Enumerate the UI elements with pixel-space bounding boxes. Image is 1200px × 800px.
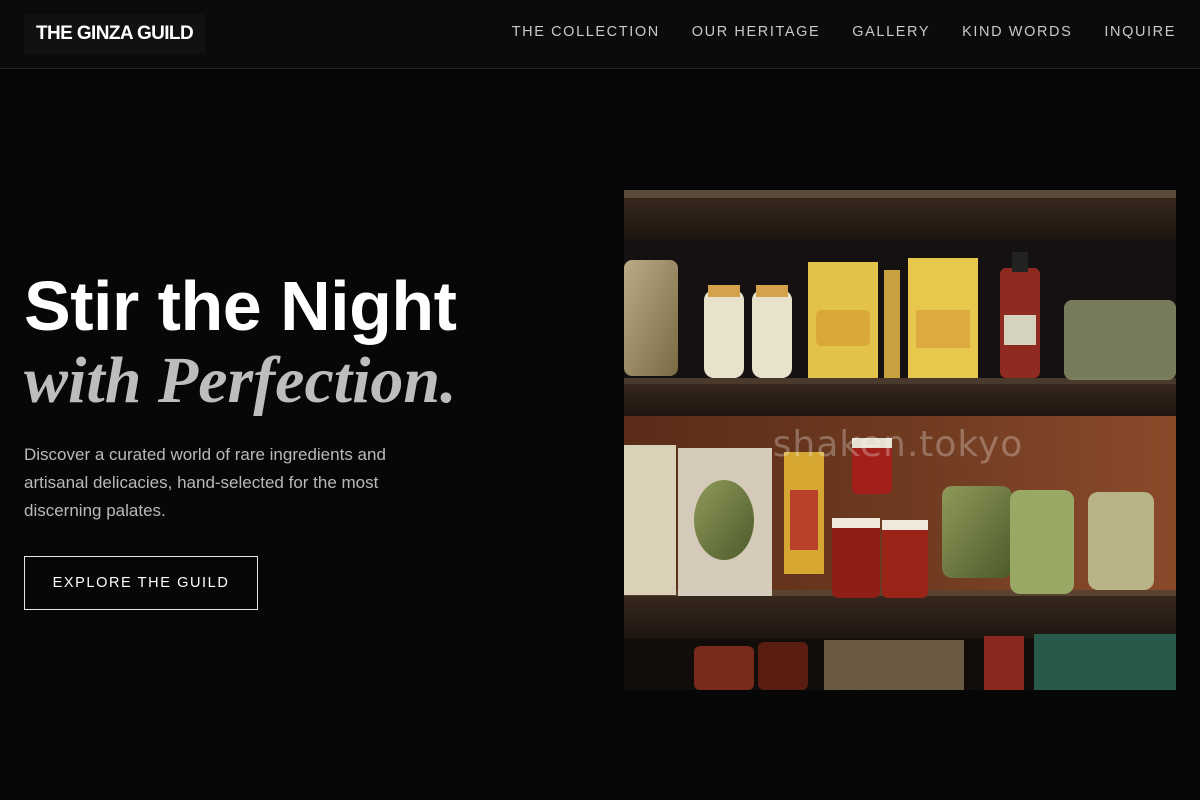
brand-logo[interactable]: THE GINZA GUILD xyxy=(24,14,206,54)
hero-image: shaken.tokyo xyxy=(624,190,1176,690)
explore-guild-button[interactable]: EXPLORE THE GUILD xyxy=(24,556,258,610)
nav-item-the-collection[interactable]: THE COLLECTION xyxy=(512,24,660,40)
nav-item-our-heritage[interactable]: OUR HERITAGE xyxy=(692,24,821,40)
hero-title-line2: with Perfection. xyxy=(24,344,457,417)
hero-title: Stir the Night with Perfection. xyxy=(24,270,584,416)
nav-item-gallery[interactable]: GALLERY xyxy=(852,24,930,40)
hero-title-line1: Stir the Night xyxy=(24,267,457,345)
nav-item-kind-words[interactable]: KIND WORDS xyxy=(962,24,1072,40)
site-header: THE GINZA GUILD THE COLLECTION OUR HERIT… xyxy=(0,0,1200,69)
main-nav: THE COLLECTION OUR HERITAGE GALLERY KIND… xyxy=(480,0,1176,64)
image-watermark: shaken.tokyo xyxy=(773,424,1024,465)
nav-item-inquire[interactable]: INQUIRE xyxy=(1104,24,1176,40)
hero-description: Discover a curated world of rare ingredi… xyxy=(24,445,386,520)
